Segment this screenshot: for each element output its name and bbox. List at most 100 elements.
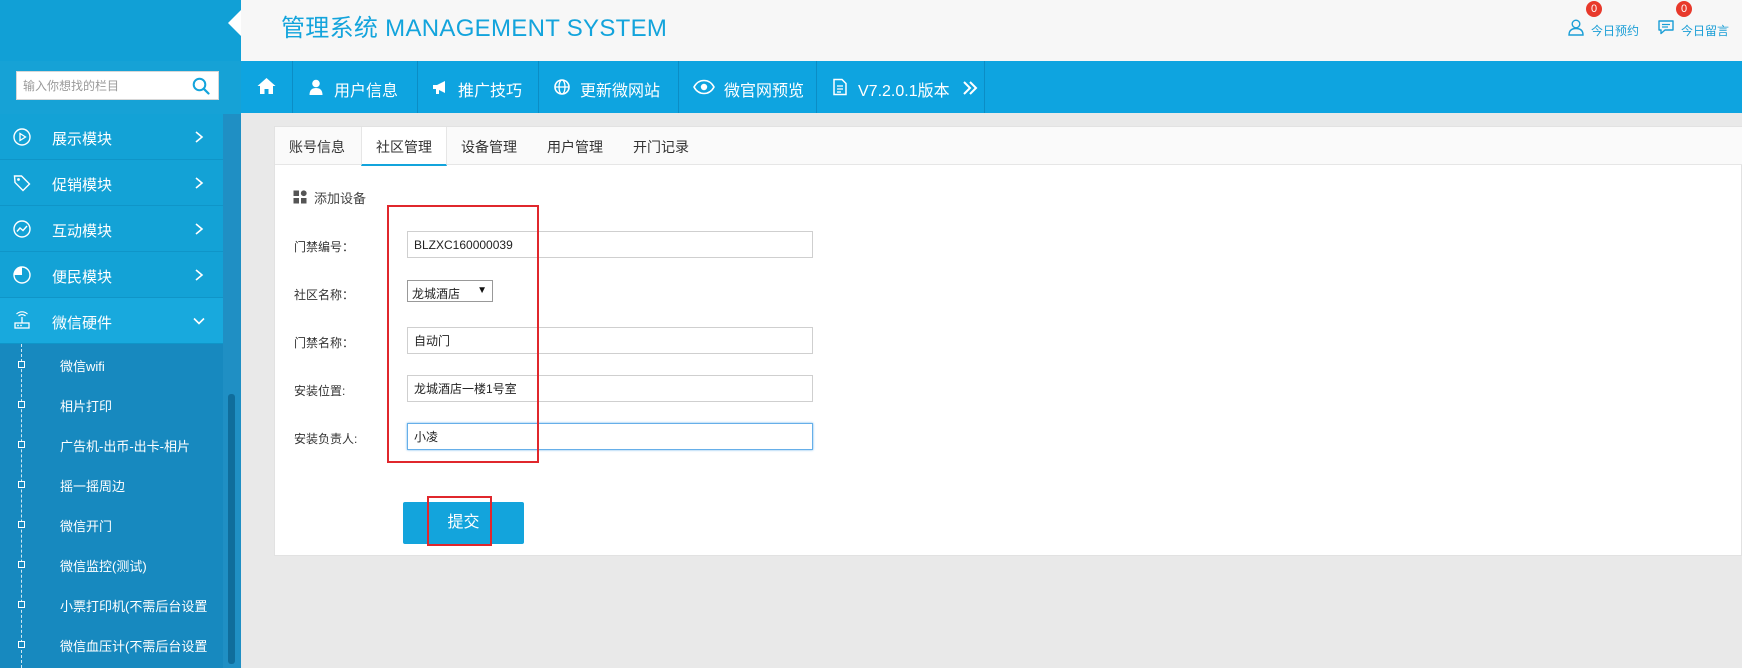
tree-node-icon bbox=[18, 561, 25, 568]
nav-home[interactable] bbox=[241, 61, 293, 113]
tab-device-management[interactable]: 设备管理 bbox=[447, 127, 533, 165]
tree-node-icon bbox=[18, 361, 25, 368]
sidebar-submenu-hardware: 微信wifi 相片打印 广告机-出币-出卡-相片 摇一摇周边 微信开门 微信监控… bbox=[0, 344, 223, 668]
sidebar-item-convenience[interactable]: 便民模块 bbox=[0, 252, 223, 298]
submenu-item-label: 微信开门 bbox=[60, 519, 113, 534]
install-person-label: 安装负责人: bbox=[294, 432, 358, 446]
submenu-item-door-open[interactable]: 微信开门 bbox=[0, 504, 223, 544]
chevron-right-icon bbox=[195, 131, 204, 143]
submenu-item-blood-pressure[interactable]: 微信血压计(不需后台设置 bbox=[0, 624, 223, 664]
sidebar-item-display[interactable]: 展示模块 bbox=[0, 114, 223, 160]
grid-plus-icon bbox=[293, 190, 307, 204]
install-person-input[interactable] bbox=[407, 423, 813, 450]
submenu-item-monitor[interactable]: 微信监控(测试) bbox=[0, 544, 223, 584]
tab-door-records[interactable]: 开门记录 bbox=[619, 127, 705, 165]
tab-user-management[interactable]: 用户管理 bbox=[533, 127, 619, 165]
top-nav-bar: 用户信息 推广技巧 更新微网站 微官网预览 V7.2.0.1版本 bbox=[241, 61, 1742, 113]
sidebar-collapse-notch[interactable] bbox=[228, 10, 241, 36]
sidebar-item-label: 便民模块 bbox=[52, 269, 113, 286]
sidebar-scrollbar[interactable] bbox=[223, 114, 241, 668]
nav-label: 用户信息 bbox=[334, 83, 399, 100]
submenu-item-wifi[interactable]: 微信wifi bbox=[0, 344, 223, 384]
tab-label: 用户管理 bbox=[547, 139, 603, 155]
tree-node-icon bbox=[18, 401, 25, 408]
tab-label: 社区管理 bbox=[376, 139, 432, 155]
today-messages-label: 今日留言 bbox=[1681, 24, 1730, 38]
submit-button[interactable]: 提交 bbox=[403, 502, 524, 544]
chevron-down-icon bbox=[193, 317, 205, 325]
sidebar-item-label: 互动模块 bbox=[52, 223, 113, 240]
tree-node-icon bbox=[18, 521, 25, 528]
eye-icon bbox=[693, 79, 715, 95]
globe-icon bbox=[554, 79, 570, 95]
section-title-label: 添加设备 bbox=[314, 191, 367, 206]
sidebar: 展示模块 促销模块 互动模块 bbox=[0, 0, 241, 668]
nav-label: 微官网预览 bbox=[724, 83, 805, 100]
submenu-item-label: 微信wifi bbox=[60, 359, 105, 374]
door-name-input[interactable] bbox=[407, 327, 813, 354]
nav-version[interactable]: V7.2.0.1版本 bbox=[817, 61, 985, 113]
appointments-badge: 0 bbox=[1586, 1, 1602, 17]
content-card: 账号信息 社区管理 设备管理 用户管理 开门记录 添加设备 门禁编号： 社区名称… bbox=[274, 126, 1742, 556]
nav-update-site[interactable]: 更新微网站 bbox=[539, 61, 679, 113]
sidebar-item-interaction[interactable]: 互动模块 bbox=[0, 206, 223, 252]
install-location-label: 安装位置: bbox=[294, 384, 346, 398]
tree-node-icon bbox=[18, 481, 25, 488]
play-circle-icon bbox=[13, 128, 31, 146]
submenu-item-photo-print[interactable]: 相片打印 bbox=[0, 384, 223, 424]
today-messages-link[interactable]: 0 今日留言 bbox=[1657, 1, 1737, 40]
install-location-input[interactable] bbox=[407, 375, 813, 402]
app-title: 管理系统 MANAGEMENT SYSTEM bbox=[281, 15, 668, 42]
top-header: 管理系统 MANAGEMENT SYSTEM 0 今日预约 0 今日留言 bbox=[241, 0, 1742, 61]
document-icon bbox=[833, 78, 847, 96]
submenu-item-label: 微信监控(测试) bbox=[60, 559, 147, 574]
sidebar-item-hardware[interactable]: 微信硬件 bbox=[0, 298, 223, 344]
caret-down-icon: ▼ bbox=[477, 285, 487, 296]
submenu-item-label: 广告机-出币-出卡-相片 bbox=[60, 439, 190, 454]
tab-label: 开门记录 bbox=[633, 139, 689, 155]
nav-label: 推广技巧 bbox=[458, 83, 523, 100]
submenu-item-label: 相片打印 bbox=[60, 399, 113, 414]
tab-label: 账号信息 bbox=[289, 139, 345, 155]
nav-user-info[interactable]: 用户信息 bbox=[293, 61, 418, 113]
submenu-item-receipt-printer[interactable]: 小票打印机(不需后台设置 bbox=[0, 584, 223, 624]
door-name-label: 门禁名称： bbox=[294, 336, 355, 350]
tree-node-icon bbox=[18, 641, 25, 648]
submenu-item-label: 小票打印机(不需后台设置 bbox=[60, 599, 208, 614]
door-id-label: 门禁编号： bbox=[294, 240, 355, 254]
sidebar-search-box bbox=[16, 71, 219, 100]
nav-label: V7.2.0.1版本 bbox=[858, 83, 950, 100]
today-appointments-link[interactable]: 0 今日预约 bbox=[1567, 1, 1647, 40]
bullhorn-icon bbox=[433, 81, 445, 94]
pie-chart-icon bbox=[13, 266, 31, 284]
submenu-item-shake[interactable]: 摇一摇周边 bbox=[0, 464, 223, 504]
user-icon bbox=[1568, 19, 1584, 36]
community-name-value: 龙城酒店 bbox=[412, 287, 461, 301]
user-icon bbox=[309, 79, 323, 95]
sidebar-scrollbar-thumb[interactable] bbox=[228, 394, 235, 664]
double-chevron-right-icon bbox=[963, 81, 978, 95]
sidebar-search-input[interactable] bbox=[17, 72, 187, 99]
sidebar-logo-area bbox=[0, 0, 241, 61]
today-appointments-label: 今日预约 bbox=[1591, 24, 1640, 38]
nav-label: 更新微网站 bbox=[580, 83, 661, 100]
tree-node-icon bbox=[18, 441, 25, 448]
tab-label: 设备管理 bbox=[461, 139, 517, 155]
door-id-input[interactable] bbox=[407, 231, 813, 258]
nav-site-preview[interactable]: 微官网预览 bbox=[679, 61, 817, 113]
router-icon bbox=[14, 311, 30, 329]
chevron-right-icon bbox=[195, 223, 204, 235]
messages-badge: 0 bbox=[1676, 1, 1692, 17]
tree-node-icon bbox=[18, 601, 25, 608]
tab-community-management[interactable]: 社区管理 bbox=[361, 127, 447, 166]
sidebar-item-promotion[interactable]: 促销模块 bbox=[0, 160, 223, 206]
chevron-right-icon bbox=[195, 269, 204, 281]
search-icon[interactable] bbox=[192, 77, 210, 95]
sidebar-item-label: 展示模块 bbox=[52, 131, 113, 148]
submenu-item-ad-machine[interactable]: 广告机-出币-出卡-相片 bbox=[0, 424, 223, 464]
tab-account-info[interactable]: 账号信息 bbox=[275, 127, 361, 165]
community-name-select[interactable]: 龙城酒店 ▼ bbox=[407, 280, 493, 302]
submenu-item-label: 摇一摇周边 bbox=[60, 479, 126, 494]
nav-promotion-tips[interactable]: 推广技巧 bbox=[418, 61, 539, 113]
sidebar-item-label: 微信硬件 bbox=[52, 315, 113, 332]
